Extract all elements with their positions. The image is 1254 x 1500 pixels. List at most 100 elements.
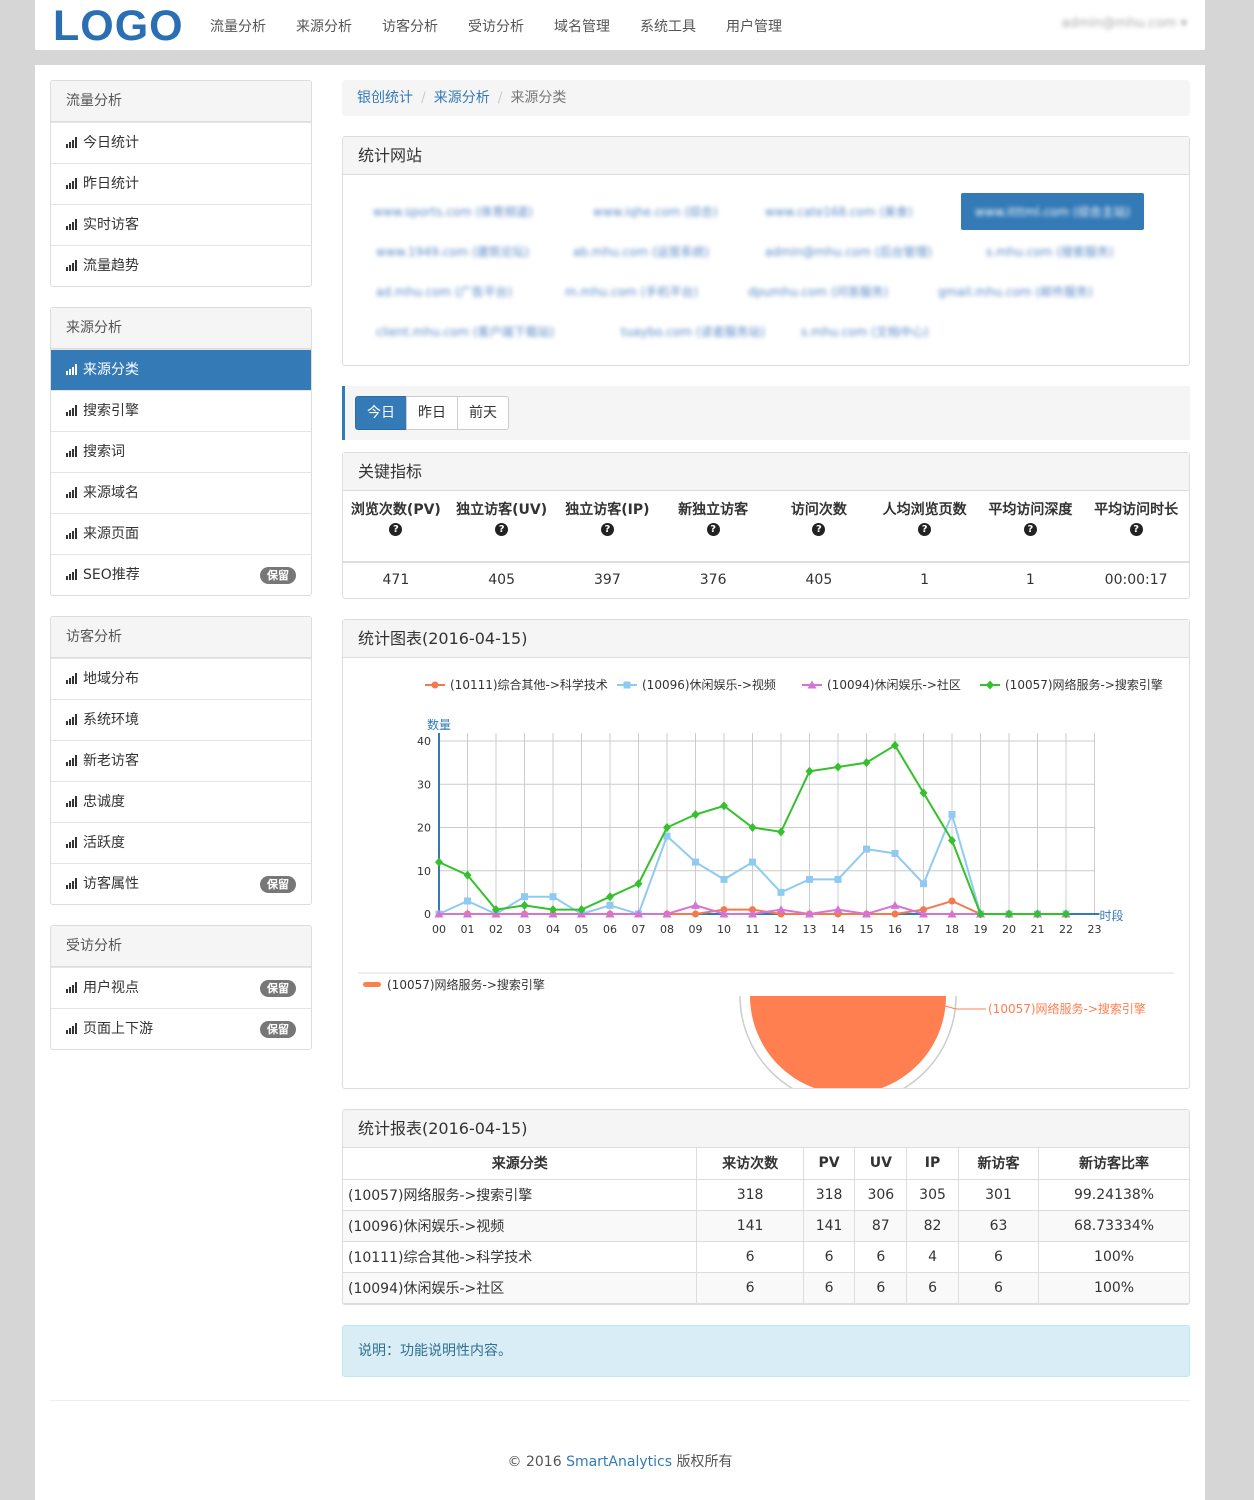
report-column-header[interactable]: PV	[802, 1148, 856, 1180]
site-link[interactable]: s.mhu.com (搜索服务)	[986, 243, 1114, 260]
y-tick-label: 0	[424, 908, 431, 921]
data-point	[834, 875, 842, 883]
data-point	[692, 858, 699, 866]
table-cell: 4	[906, 1240, 959, 1273]
footer-rights: 版权所有	[672, 1454, 733, 1470]
help-icon[interactable]: ?	[495, 523, 509, 536]
help-icon[interactable]: ?	[600, 523, 614, 536]
site-link[interactable]: tuaybo.com (读者服务站)	[621, 323, 765, 340]
sidebar-item[interactable]: 流量趋势	[51, 245, 311, 286]
sidebar-item[interactable]: 搜索词	[51, 431, 311, 472]
site-link-text: www.cate168.com (美食)	[765, 205, 913, 219]
kpi-header: 独立访客(UV)?	[449, 491, 555, 561]
sites-panel-title: 统计网站	[343, 137, 1189, 175]
nav-visitor[interactable]: 访客分析	[382, 16, 438, 36]
sidebar-item[interactable]: 忠诚度	[51, 781, 311, 822]
help-icon[interactable]: ?	[1129, 523, 1143, 536]
nav-traffic[interactable]: 流量分析	[210, 16, 266, 36]
yesterday-button[interactable]: 昨日	[406, 396, 458, 430]
sidebar-item-label: 来源页面	[83, 526, 139, 542]
site-link[interactable]: dpumhu.com (问答服务)	[748, 283, 888, 300]
help-icon[interactable]: ?	[918, 523, 932, 536]
sidebar-item[interactable]: SEO推荐 保留	[51, 554, 311, 595]
logo[interactable]: LOGO	[53, 2, 184, 51]
x-tick-label: 23	[1088, 923, 1102, 936]
sidebar-item[interactable]: 访客属性 保留	[51, 863, 311, 904]
kpi-title: 关键指标	[343, 453, 1189, 491]
report-column-header[interactable]: 新访客比率	[1038, 1148, 1189, 1180]
day-before-button[interactable]: 前天	[457, 396, 509, 430]
data-point	[520, 900, 529, 910]
site-link[interactable]: client.mhu.com (客户端下载站)	[376, 323, 554, 340]
sidebar-item[interactable]: 来源域名	[51, 472, 311, 513]
site-link[interactable]: gmail.mhu.com (邮件服务)	[938, 283, 1093, 300]
sidebar-item[interactable]: 来源分类	[51, 349, 311, 390]
nav-visited[interactable]: 受访分析	[468, 16, 524, 36]
footer-brand-link[interactable]: SmartAnalytics	[566, 1454, 672, 1470]
sidebar-item[interactable]: 来源页面	[51, 513, 311, 554]
breadcrumb-home[interactable]: 银创统计	[357, 90, 413, 106]
sidebar-item[interactable]: 页面上下游 保留	[51, 1008, 311, 1049]
nav-users[interactable]: 用户管理	[726, 16, 782, 36]
site-link[interactable]: admin@mhu.com (后台管理)	[765, 243, 932, 260]
site-link-text: dpumhu.com (问答服务)	[748, 285, 889, 299]
help-icon[interactable]: ?	[706, 523, 720, 536]
site-link-selected[interactable]: www.itttml.com (综合主站)	[961, 193, 1145, 230]
data-point	[691, 900, 700, 909]
help-icon[interactable]: ?	[812, 523, 826, 536]
sidebar-item[interactable]: 今日统计	[51, 122, 311, 163]
table-cell: 99.24138%	[1038, 1178, 1189, 1211]
site-link[interactable]: ad.mhu.com (广告平台)	[376, 283, 512, 300]
help-icon[interactable]: ?	[1023, 523, 1037, 536]
site-link[interactable]: s.mhu.com (文档中心)	[801, 323, 929, 340]
sidebar-item-label: 系统环境	[83, 712, 139, 728]
site-link[interactable]: ab.mhu.com (运营系统)	[573, 243, 709, 260]
report-column-header[interactable]: 来源分类	[343, 1148, 698, 1180]
site-link[interactable]: www.sports.com (体育频道)	[373, 203, 533, 220]
report-panel: 统计报表(2016-04-15) 来源分类 来访次数 PV UV IP 新访客 新访客比率(…	[342, 1109, 1190, 1305]
sidebar-group-title: 来源分析	[51, 308, 311, 349]
reserved-badge: 保留	[260, 567, 296, 584]
report-column-header[interactable]: UV	[854, 1148, 908, 1180]
data-point	[691, 810, 700, 820]
report-column-header[interactable]: 来访次数	[696, 1148, 804, 1180]
data-point	[862, 758, 871, 768]
pie-legend-item: (10057)网络服务->搜索引擎	[363, 977, 545, 992]
sidebar-item[interactable]: 系统环境	[51, 699, 311, 740]
signal-bars-icon	[66, 446, 79, 457]
site-link-text: www.itttml.com (综合主站)	[975, 205, 1131, 219]
table-row: (10057)网络服务->搜索引擎 318 318 306 305 301 99.24138…	[343, 1178, 1189, 1211]
today-button[interactable]: 今日	[355, 396, 407, 430]
site-link[interactable]: www.cate168.com (美食)	[765, 203, 913, 220]
sidebar-item[interactable]: 搜索引擎	[51, 390, 311, 431]
sidebar-item-label: 地域分布	[83, 671, 139, 687]
sidebar-item[interactable]: 新老访客	[51, 740, 311, 781]
sidebar-item[interactable]: 活跃度	[51, 822, 311, 863]
site-link[interactable]: www.iqhe.com (综合)	[593, 203, 718, 220]
table-cell: 82	[906, 1209, 959, 1242]
sidebar-item[interactable]: 地域分布	[51, 658, 311, 699]
sidebar-item[interactable]: 实时访客	[51, 204, 311, 245]
site-link[interactable]: www.1949.com (建筑论坛)	[376, 243, 529, 260]
legend-item: (10111)综合其他->科学技术	[425, 677, 608, 692]
report-column-header[interactable]: 新访客	[957, 1148, 1040, 1180]
x-tick-label: 11	[746, 923, 760, 936]
site-link[interactable]: m.mhu.com (手机平台)	[565, 283, 698, 300]
user-menu[interactable]: admin@mhu.com ▾	[1062, 16, 1187, 31]
day-button-group: 今日 昨日 前天	[355, 396, 509, 430]
nav-domain[interactable]: 域名管理	[554, 16, 610, 36]
help-icon[interactable]: ?	[389, 523, 403, 536]
breadcrumb-source[interactable]: 来源分析	[434, 90, 490, 106]
table-row: (10094)休闲娱乐->社区 6 6 6 6 6 100%	[343, 1271, 1189, 1304]
sidebar-item-label: 来源域名	[83, 485, 139, 501]
report-column-header[interactable]: IP	[906, 1148, 959, 1180]
nav-source[interactable]: 来源分析	[296, 16, 352, 36]
table-cell: (10096)休闲娱乐->视频	[343, 1209, 698, 1242]
nav-tools[interactable]: 系统工具	[640, 16, 696, 36]
sidebar-item-label: 访客属性	[83, 876, 139, 892]
site-link-text: s.mhu.com (搜索服务)	[986, 245, 1114, 259]
table-cell: (10094)休闲娱乐->社区	[343, 1271, 698, 1304]
sidebar-item[interactable]: 昨日统计	[51, 163, 311, 204]
sidebar-item[interactable]: 用户视点 保留	[51, 967, 311, 1008]
data-point	[834, 762, 842, 772]
